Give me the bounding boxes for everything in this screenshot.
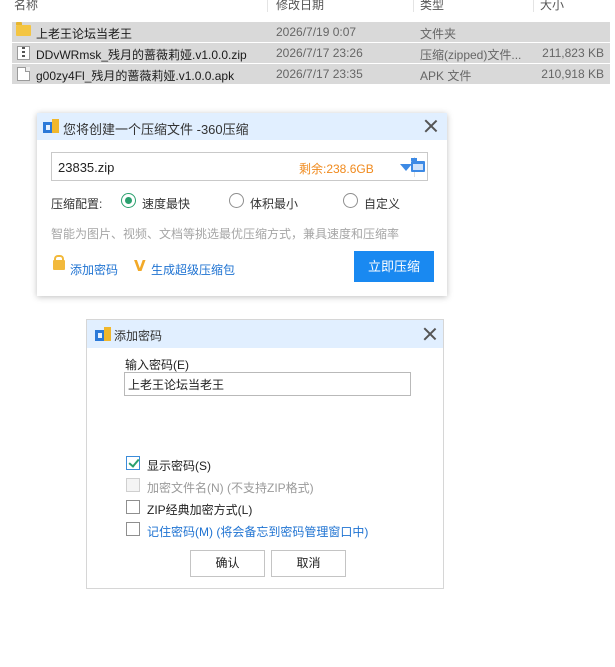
password-input-label: 输入密码(E) [125, 358, 189, 372]
archive-filename-field[interactable]: 23835.zip 剩余:238.6GB [51, 152, 428, 181]
password-input[interactable]: 上老王论坛当老王 [124, 372, 411, 396]
folder-icon [16, 22, 31, 36]
360-zip-app-icon [95, 327, 111, 341]
compress-config-label: 压缩配置: [51, 197, 103, 211]
cancel-button[interactable]: 取消 [271, 550, 346, 577]
ok-button[interactable]: 确认 [190, 550, 265, 577]
file-name: 上老王论坛当老王 [36, 27, 133, 41]
radio-smallest-label[interactable]: 体积最小 [250, 195, 298, 212]
column-type-header[interactable]: 类型 [420, 0, 444, 13]
file-type: 压缩(zipped)文件... [420, 48, 522, 62]
browse-folder-icon[interactable] [411, 158, 425, 172]
remember-password-checkbox[interactable] [126, 522, 140, 536]
360-zip-app-icon [43, 119, 59, 133]
show-password-checkbox[interactable] [126, 456, 140, 470]
zip-classic-encryption-label[interactable]: ZIP经典加密方式(L) [147, 501, 252, 518]
add-password-link[interactable]: 添加密码 [70, 261, 118, 278]
zip-classic-encryption-checkbox[interactable] [126, 500, 140, 514]
encrypt-filenames-label: 加密文件名(N) (不支持ZIP格式) [147, 481, 314, 495]
radio-custom-label[interactable]: 自定义 [364, 195, 400, 212]
dialog-title: 添加密码 [114, 329, 163, 343]
file-row-zip[interactable]: DDvWRmsk_残月的蔷薇莉娅.v1.0.0.zip 2026/7/17 23… [12, 43, 610, 63]
radio-smallest[interactable] [229, 193, 244, 208]
dialog-title: 您将创建一个压缩文件 -360压缩 [63, 122, 249, 137]
super-package-icon[interactable]: V [134, 257, 146, 275]
file-size: 210,918 KB [541, 67, 604, 81]
file-name: DDvWRmsk_残月的蔷薇莉娅.v1.0.0.zip [36, 48, 247, 62]
close-icon[interactable] [424, 119, 438, 133]
remaining-space-label: 剩余:238.6GB [299, 162, 374, 176]
column-divider[interactable] [533, 0, 534, 12]
compress-hint-text: 智能为图片、视频、文档等挑选最优压缩方式，兼具速度和压缩率 [51, 227, 400, 241]
apk-file-icon [17, 67, 30, 81]
password-dialog: 添加密码 输入密码(E) 上老王论坛当老王 显示密码(S) 加密文件名(N) (… [86, 319, 444, 589]
compress-dialog: 您将创建一个压缩文件 -360压缩 23835.zip 剩余:238.6GB 压… [37, 113, 447, 296]
super-package-link[interactable]: 生成超级压缩包 [151, 261, 235, 278]
file-type: APK 文件 [420, 69, 472, 83]
column-header: 名称 修改日期 类型 大小 [0, 0, 615, 12]
dialog-title-bar[interactable]: 您将创建一个压缩文件 -360压缩 [37, 113, 447, 140]
encrypt-filenames-checkbox [126, 478, 140, 492]
file-row-apk[interactable]: g00zy4Fl_残月的蔷薇莉娅.v1.0.0.apk 2026/7/17 23… [12, 64, 610, 84]
show-password-label[interactable]: 显示密码(S) [147, 457, 211, 474]
file-date: 2026/7/17 23:26 [276, 46, 363, 60]
file-date: 2026/7/17 23:35 [276, 67, 363, 81]
file-row-folder[interactable]: 上老王论坛当老王 2026/7/19 0:07 文件夹 [12, 22, 610, 42]
column-size-header[interactable]: 大小 [540, 0, 564, 13]
file-date: 2026/7/19 0:07 [276, 25, 357, 39]
lock-icon[interactable] [53, 255, 65, 270]
dialog-title-bar[interactable]: 添加密码 [87, 320, 443, 348]
column-divider[interactable] [413, 0, 414, 12]
column-name-header[interactable]: 名称 [14, 0, 38, 13]
file-name: g00zy4Fl_残月的蔷薇莉娅.v1.0.0.apk [36, 69, 235, 83]
zip-file-icon [17, 46, 30, 60]
archive-filename-value[interactable]: 23835.zip [58, 160, 114, 175]
radio-fastest[interactable] [121, 193, 136, 208]
file-explorer: 名称 修改日期 类型 大小 上老王论坛当老王 2026/7/19 0:07 文件… [0, 0, 615, 90]
radio-custom[interactable] [343, 193, 358, 208]
file-size: 211,823 KB [542, 46, 604, 60]
password-input-value[interactable]: 上老王论坛当老王 [128, 376, 224, 393]
file-type: 文件夹 [420, 27, 457, 41]
close-icon[interactable] [423, 327, 437, 341]
radio-fastest-label[interactable]: 速度最快 [142, 195, 190, 212]
column-divider[interactable] [267, 0, 268, 12]
remember-password-label[interactable]: 记住密码(M) (将会备忘到密码管理窗口中) [147, 523, 368, 540]
compress-now-button[interactable]: 立即压缩 [354, 251, 434, 282]
column-date-header[interactable]: 修改日期 [276, 0, 324, 13]
